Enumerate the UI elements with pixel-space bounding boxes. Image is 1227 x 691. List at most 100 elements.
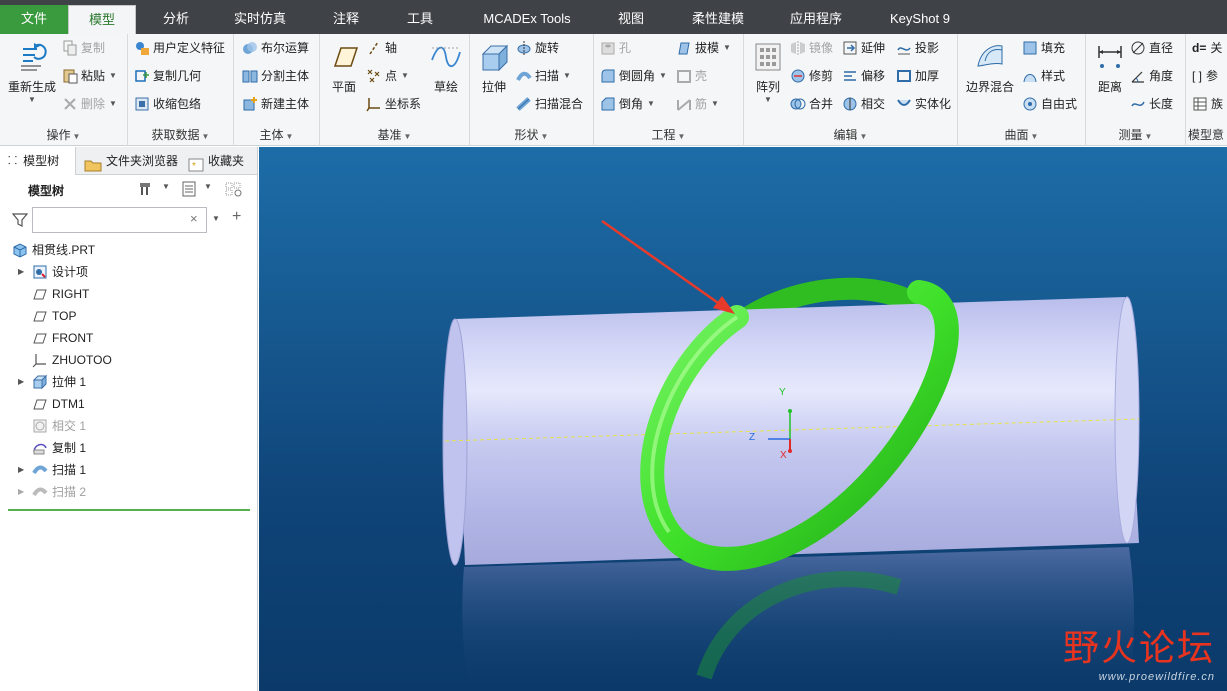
- tab-model-tree[interactable]: ⸬ 模型树: [0, 147, 76, 175]
- group-body-label[interactable]: 主体 ▼: [234, 126, 319, 143]
- settings-tools-icon[interactable]: [138, 180, 156, 201]
- group-datum-label[interactable]: 基准 ▼: [320, 126, 469, 143]
- shell-button[interactable]: 壳: [676, 64, 707, 88]
- shrinkwrap-button[interactable]: 收缩包络: [134, 92, 201, 116]
- point-button[interactable]: 点 ▼: [366, 64, 409, 88]
- tab-tools[interactable]: 工具: [390, 6, 450, 34]
- merge-button[interactable]: 合并: [790, 92, 833, 116]
- tab-folder-browser[interactable]: 文件夹浏览器: [78, 147, 178, 175]
- boundary-blend-button[interactable]: 边界混合: [962, 40, 1018, 95]
- fill-button[interactable]: 填充: [1022, 36, 1065, 60]
- mirror-button[interactable]: 镜像: [790, 36, 833, 60]
- intersect-button[interactable]: 相交: [842, 92, 885, 116]
- pattern-button[interactable]: 阵列 ▼: [748, 40, 788, 104]
- graphics-window[interactable]: Y Z X 野火论坛 www.proewildfire.cn: [259, 147, 1227, 691]
- show-dropdown-icon[interactable]: ▼: [204, 182, 212, 191]
- paste-button[interactable]: 粘贴 ▼: [62, 64, 117, 88]
- show-options-icon[interactable]: [180, 180, 198, 201]
- new-body-button[interactable]: 新建主体: [242, 92, 309, 116]
- sweep-button[interactable]: 扫描 ▼: [516, 64, 571, 88]
- thicken-button[interactable]: 加厚: [896, 64, 939, 88]
- insert-here-marker[interactable]: [8, 509, 250, 511]
- tree-node-intersect-1[interactable]: 相交 1: [0, 415, 250, 437]
- tree-node-top-plane[interactable]: TOP: [0, 305, 250, 327]
- expand-arrow-icon[interactable]: ▶: [18, 459, 28, 481]
- tree-node-root[interactable]: 相贯线.PRT: [0, 239, 250, 261]
- tree-node-dtm1[interactable]: DTM1: [0, 393, 250, 415]
- tab-simulation[interactable]: 实时仿真: [222, 6, 298, 34]
- tree-node-csys[interactable]: ZHUOTOO: [0, 349, 250, 371]
- tab-file[interactable]: 文件: [0, 5, 68, 34]
- tree-search-input[interactable]: [32, 207, 207, 233]
- style-button[interactable]: 样式: [1022, 64, 1065, 88]
- udf-label: 用户定义特征: [153, 41, 226, 55]
- expand-arrow-icon[interactable]: ▶: [18, 481, 28, 503]
- group-surfaces-label[interactable]: 曲面 ▼: [958, 126, 1085, 143]
- regenerate-button[interactable]: 重新生成 ▼: [4, 40, 60, 104]
- tab-apps[interactable]: 应用程序: [776, 6, 856, 34]
- axis-button[interactable]: 轴: [366, 36, 397, 60]
- trim-button[interactable]: 修剪: [790, 64, 833, 88]
- tab-view[interactable]: 视图: [604, 6, 658, 34]
- parameters-button[interactable]: [ ] 参: [1192, 64, 1218, 88]
- csys-button[interactable]: 坐标系: [366, 92, 421, 116]
- copy-button[interactable]: 复制: [62, 36, 105, 60]
- group-model-intent-label[interactable]: 模型意: [1188, 126, 1227, 143]
- filter-icon[interactable]: [11, 212, 29, 231]
- boolean-button[interactable]: 布尔运算: [242, 36, 309, 60]
- group-operations-label[interactable]: 操作 ▼: [0, 126, 127, 143]
- freestyle-button[interactable]: 自由式: [1022, 92, 1077, 116]
- tab-model[interactable]: 模型: [68, 5, 136, 34]
- group-shapes-label[interactable]: 形状 ▼: [470, 126, 593, 143]
- distance-button[interactable]: 距离: [1090, 40, 1130, 95]
- project-button[interactable]: 投影: [896, 36, 939, 60]
- group-editing-label[interactable]: 编辑 ▼: [744, 126, 957, 143]
- udf-button[interactable]: 用户定义特征: [134, 36, 225, 60]
- family-table-button[interactable]: 族: [1192, 92, 1223, 116]
- tab-mcadex[interactable]: MCADEx Tools: [468, 6, 586, 34]
- swept-blend-button[interactable]: 扫描混合: [516, 92, 583, 116]
- hole-button[interactable]: 孔: [600, 36, 631, 60]
- split-body-button[interactable]: 分割主体: [242, 64, 309, 88]
- sketch-button[interactable]: 草绘: [426, 40, 466, 95]
- search-dropdown-icon[interactable]: ▼: [212, 214, 220, 223]
- tab-annotate[interactable]: 注释: [316, 6, 376, 34]
- add-filter-icon[interactable]: +: [232, 208, 241, 226]
- tab-analysis[interactable]: 分析: [140, 6, 212, 34]
- settings-dropdown-icon[interactable]: ▼: [162, 182, 170, 191]
- group-get-data-label[interactable]: 获取数据 ▼: [128, 126, 233, 143]
- tree-node-sweep-2[interactable]: ▶ 扫描 2: [0, 481, 250, 503]
- length-button[interactable]: 长度: [1130, 92, 1173, 116]
- extrude-feature-icon: [32, 374, 48, 390]
- tab-flexible[interactable]: 柔性建模: [680, 6, 756, 34]
- tab-keyshot[interactable]: KeyShot 9: [876, 6, 964, 34]
- delete-button[interactable]: 删除 ▼: [62, 92, 117, 116]
- diameter-button[interactable]: 直径: [1130, 36, 1173, 60]
- tab-favorites[interactable]: * 收藏夹: [180, 147, 258, 175]
- rib-button[interactable]: 筋 ▼: [676, 92, 719, 116]
- filter-columns-icon[interactable]: [224, 180, 244, 201]
- tree-node-front-plane[interactable]: FRONT: [0, 327, 250, 349]
- extend-button[interactable]: 延伸: [842, 36, 885, 60]
- tree-node-sweep-1[interactable]: ▶ 扫描 1: [0, 459, 250, 481]
- extrude-button[interactable]: 拉伸: [474, 40, 514, 95]
- clear-search-icon[interactable]: ×: [190, 211, 198, 226]
- relations-button[interactable]: d= 关: [1192, 36, 1222, 60]
- expand-arrow-icon[interactable]: ▶: [18, 261, 28, 283]
- offset-button[interactable]: 偏移: [842, 64, 885, 88]
- tree-node-extrude-1[interactable]: ▶ 拉伸 1: [0, 371, 250, 393]
- group-measure-label[interactable]: 测量 ▼: [1086, 126, 1185, 143]
- plane-button[interactable]: 平面: [324, 40, 364, 95]
- expand-arrow-icon[interactable]: ▶: [18, 371, 28, 393]
- revolve-button[interactable]: 旋转: [516, 36, 559, 60]
- group-engineering-label[interactable]: 工程 ▼: [594, 126, 743, 143]
- solidify-button[interactable]: 实体化: [896, 92, 951, 116]
- tree-node-copy-1[interactable]: 复制 1: [0, 437, 250, 459]
- round-button[interactable]: 倒圆角 ▼: [600, 64, 667, 88]
- tree-node-right-plane[interactable]: RIGHT: [0, 283, 250, 305]
- angle-button[interactable]: 角度: [1130, 64, 1173, 88]
- tree-node-design-items[interactable]: ▶ 设计项: [0, 261, 250, 283]
- chamfer-button[interactable]: 倒角 ▼: [600, 92, 655, 116]
- draft-button[interactable]: 拔模 ▼: [676, 36, 731, 60]
- copy-geometry-button[interactable]: 复制几何: [134, 64, 201, 88]
